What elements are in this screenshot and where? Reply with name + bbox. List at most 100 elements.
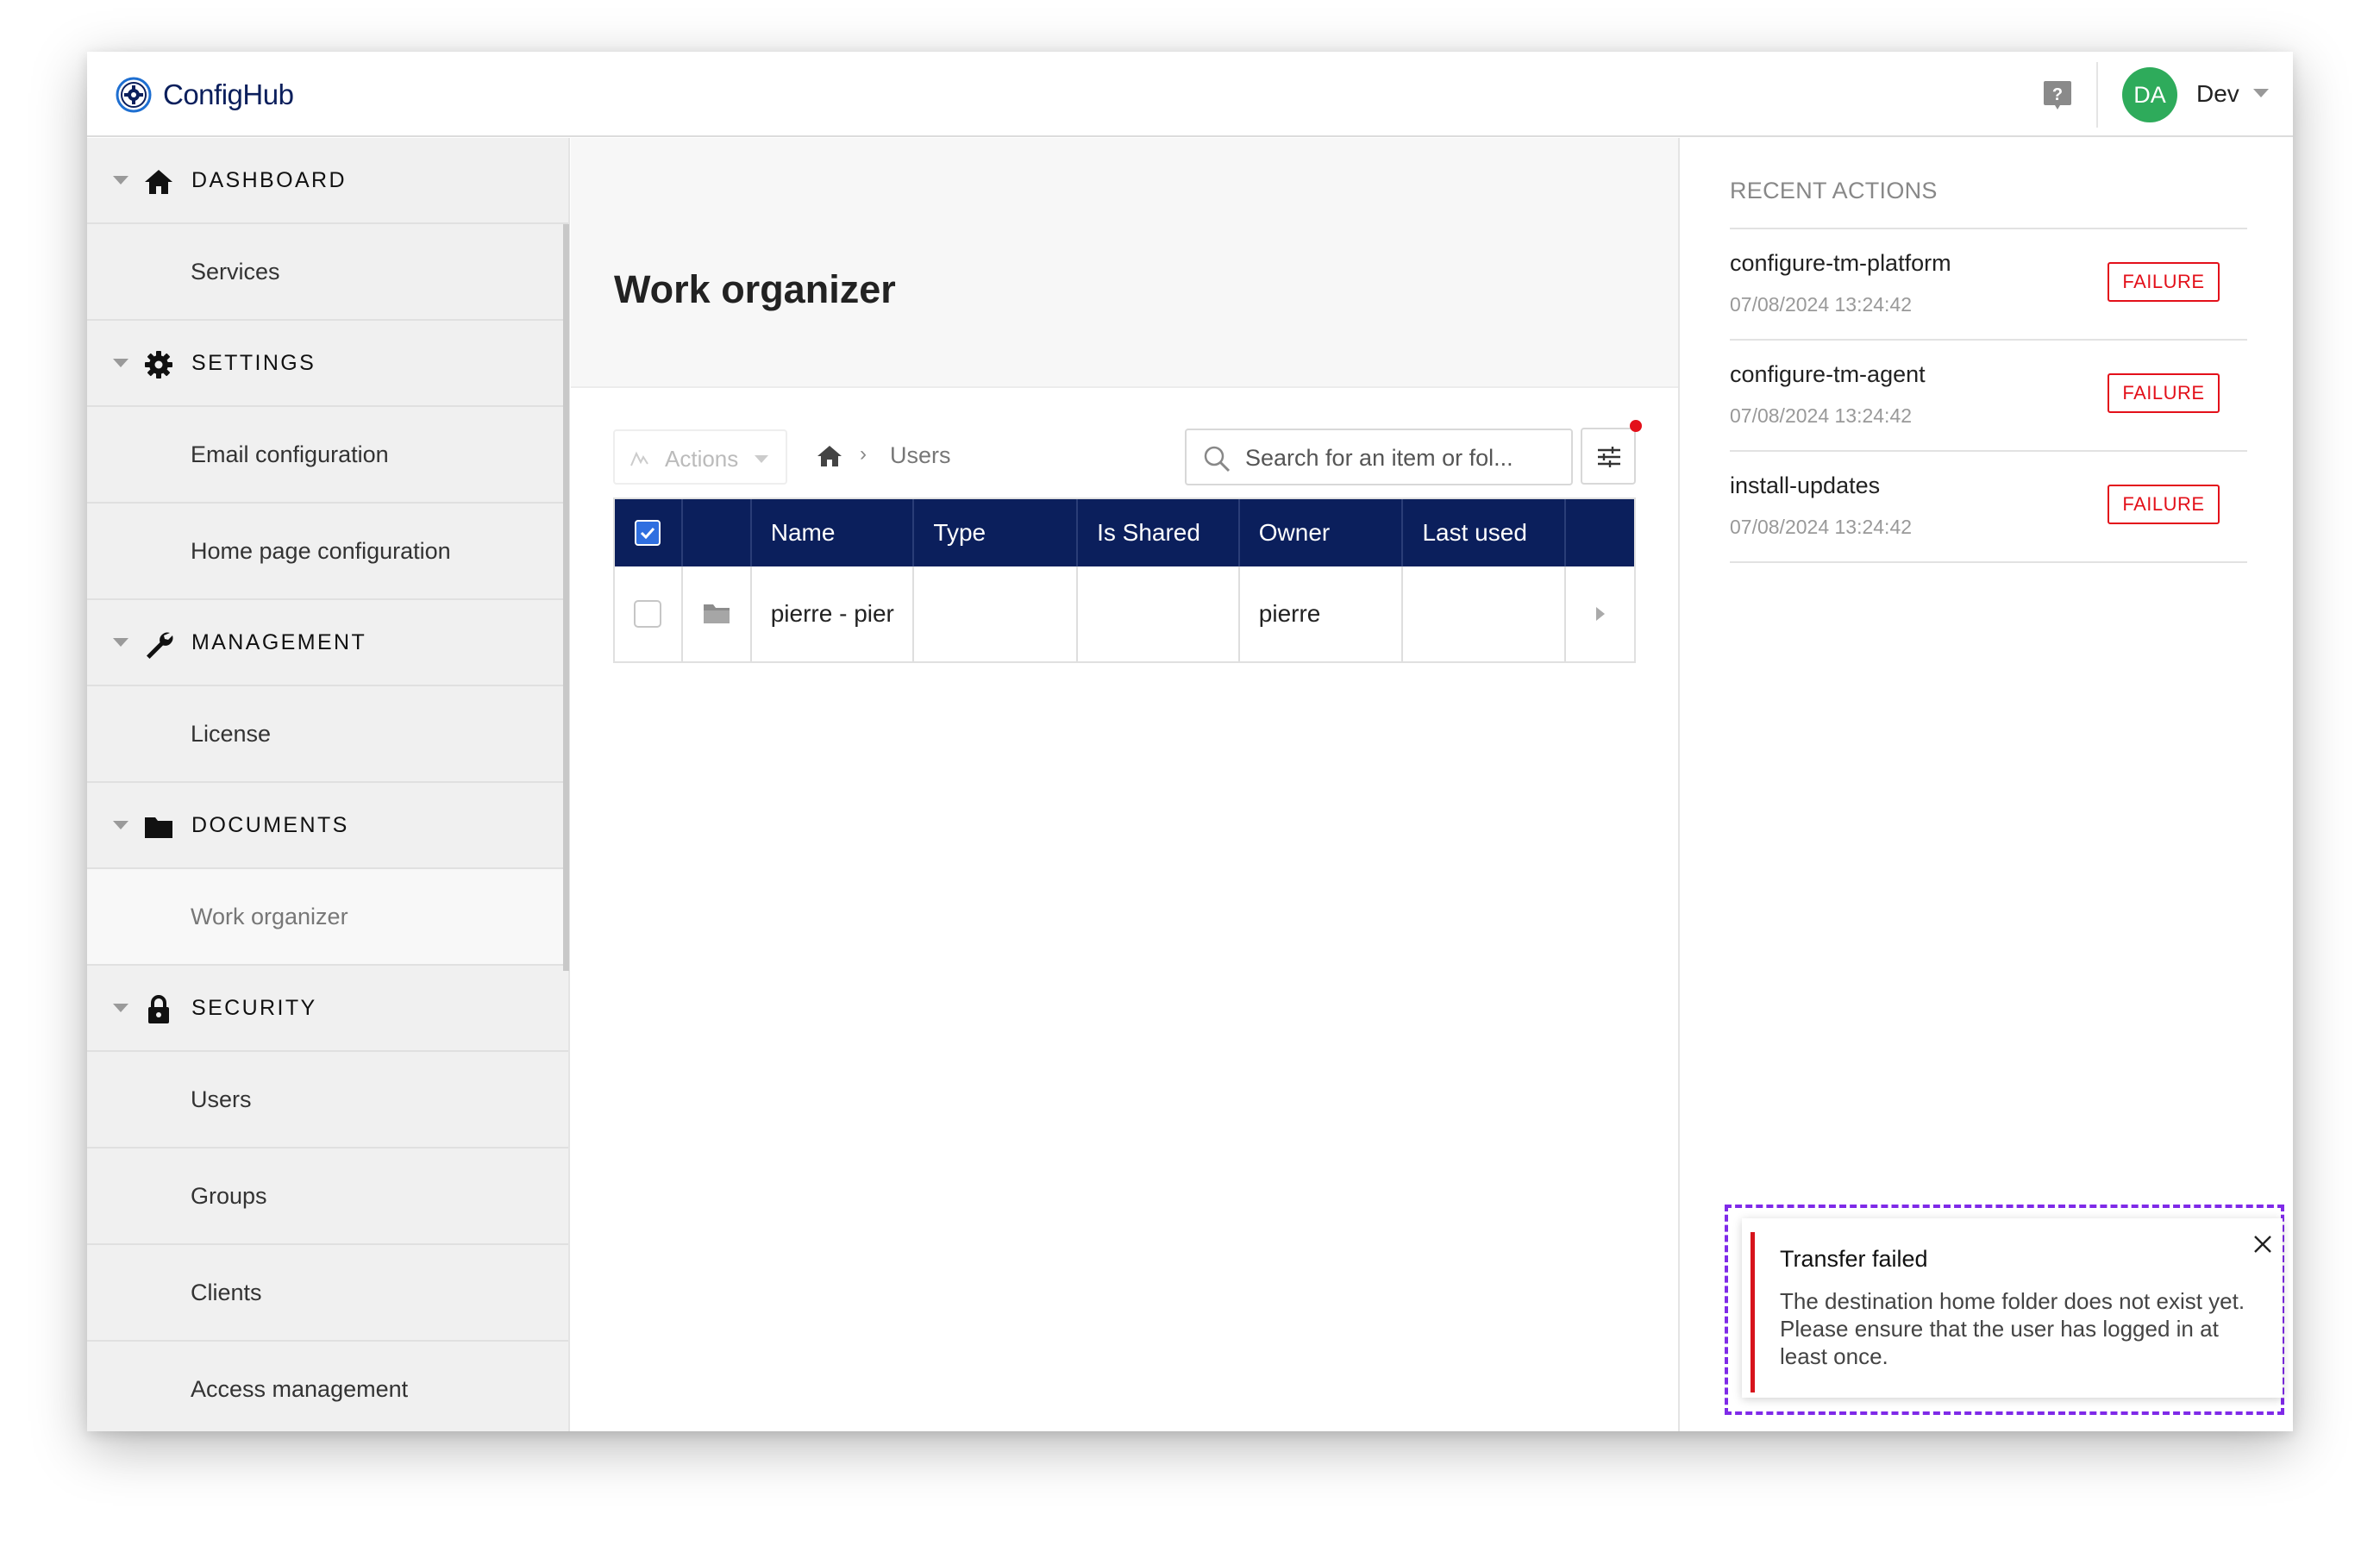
breadcrumb-current[interactable]: Users [890,442,951,469]
top-header: ConfigHub ? DA Dev [87,52,2293,137]
sidebar-section-settings[interactable]: SETTINGS [87,321,568,407]
action-name: configure-tm-agent [1730,361,1926,387]
collapse-caret-icon[interactable] [113,176,128,185]
logo-text: ConfigHub [163,78,294,110]
sidebar-item-label: License [191,721,272,747]
sidebar-item-label: Email configuration [191,441,389,467]
collapse-caret-icon[interactable] [113,821,128,829]
sidebar-item-users[interactable]: Users [87,1052,568,1148]
column-header-actions [1566,499,1634,566]
sidebar-item-access-management[interactable]: Access management [87,1342,568,1431]
sidebar-item-label: Access management [191,1376,409,1402]
sidebar-section-dashboard[interactable]: DASHBOARD [87,138,568,224]
folder-icon [144,812,173,842]
row-expand-cell[interactable] [1566,566,1634,661]
list-item[interactable]: configure-tm-platform 07/08/2024 13:24:4… [1730,229,2247,341]
sidebar-item-work-organizer[interactable]: Work organizer [87,869,568,966]
list-item[interactable]: install-updates 07/08/2024 13:24:42 FAIL… [1730,452,2247,563]
header-divider [2096,62,2098,128]
select-all-checkbox[interactable] [635,520,661,546]
sidebar-scrollbar[interactable] [563,224,569,971]
action-time: 07/08/2024 13:24:42 [1730,404,1913,427]
toast-message: The destination home folder does not exi… [1780,1288,2245,1369]
collapse-caret-icon[interactable] [113,359,128,367]
collapse-caret-icon[interactable] [113,1004,128,1012]
sidebar-section-documents[interactable]: DOCUMENTS [87,783,568,869]
page-title: Work organizer [614,267,896,311]
sidebar-item-license[interactable]: License [87,686,568,783]
collapse-caret-icon[interactable] [113,638,128,647]
chevron-down-icon [755,455,768,463]
home-icon [144,167,173,197]
column-header-owner[interactable]: Owner [1240,499,1404,566]
actions-dropdown[interactable]: Actions [613,429,787,485]
sidebar-item-label: Users [191,1086,252,1112]
confighub-logo-icon [116,77,152,113]
table-header: Name Type Is Shared Owner Last used [615,499,1634,566]
breadcrumb-home-icon[interactable] [817,444,842,468]
row-select-cell [615,566,683,661]
sidebar: DASHBOARD Services SETTINGS Email config… [87,138,570,1431]
column-header-name[interactable]: Name [752,499,915,566]
column-header-is-shared[interactable]: Is Shared [1078,499,1240,566]
sidebar-item-email-configuration[interactable]: Email configuration [87,407,568,504]
check-icon [641,527,655,539]
column-header-last-used[interactable]: Last used [1403,499,1567,566]
actions-label: Actions [665,446,739,472]
recent-actions-list: configure-tm-platform 07/08/2024 13:24:4… [1730,228,2247,563]
close-icon[interactable] [2251,1232,2275,1256]
sidebar-section-label: DOCUMENTS [191,813,349,837]
sidebar-section-management[interactable]: MANAGEMENT [87,600,568,686]
search-icon [1204,446,1231,472]
row-last-used [1403,566,1567,661]
breadcrumb-separator: › [860,442,867,466]
sidebar-section-label: MANAGEMENT [191,630,367,654]
sidebar-section-label: SECURITY [191,996,317,1020]
sidebar-item-clients[interactable]: Clients [87,1245,568,1342]
page-header: Work organizer [571,138,1678,388]
sidebar-section-label: DASHBOARD [191,168,347,192]
lock-icon [144,995,173,1024]
user-menu-chevron-down-icon[interactable] [2253,89,2269,97]
action-time: 07/08/2024 13:24:42 [1730,293,1913,316]
filter-button[interactable] [1581,428,1636,485]
sidebar-section-label: SETTINGS [191,351,316,375]
chevron-right-icon[interactable] [1595,607,1605,621]
logo[interactable]: ConfigHub [115,76,294,114]
svg-text:?: ? [2052,85,2063,104]
sidebar-item-home-page-configuration[interactable]: Home page configuration [87,504,568,600]
sidebar-item-services[interactable]: Services [87,224,568,321]
status-badge: FAILURE [2108,373,2220,413]
toast-title: Transfer failed [1780,1246,1928,1272]
sidebar-item-groups[interactable]: Groups [87,1148,568,1245]
row-type-icon-cell [683,566,752,661]
error-toast: Transfer failed The destination home fol… [1742,1218,2283,1398]
status-badge: FAILURE [2108,485,2220,524]
wrench-icon [144,629,173,659]
row-owner: pierre [1240,566,1404,661]
row-is-shared [1078,566,1240,661]
row-name[interactable]: pierre - pier [752,566,915,661]
column-header-icon [683,499,752,566]
sidebar-section-security[interactable]: SECURITY [87,966,568,1052]
select-all-cell [615,499,683,566]
row-type [914,566,1079,661]
status-badge: FAILURE [2108,262,2220,302]
sidebar-item-label: Home page configuration [191,538,451,564]
search-input[interactable] [1245,441,1564,475]
action-name: configure-tm-platform [1730,250,1951,276]
toast-error-bar [1751,1232,1755,1392]
sidebar-item-label: Clients [191,1280,262,1305]
user-name[interactable]: Dev [2196,80,2239,108]
column-header-type[interactable]: Type [914,499,1079,566]
table-row[interactable]: pierre - pier pierre [615,566,1634,661]
actions-icon [630,451,648,466]
row-checkbox[interactable] [634,600,662,628]
list-item[interactable]: configure-tm-agent 07/08/2024 13:24:42 F… [1730,341,2247,452]
search-box[interactable] [1185,429,1573,485]
sidebar-item-label: Work organizer [191,904,348,929]
help-icon[interactable]: ? [2043,79,2072,110]
avatar[interactable]: DA [2122,67,2177,122]
sidebar-item-label: Services [191,259,280,285]
main-content: Work organizer Actions › Users Search fo… [571,138,1678,1431]
